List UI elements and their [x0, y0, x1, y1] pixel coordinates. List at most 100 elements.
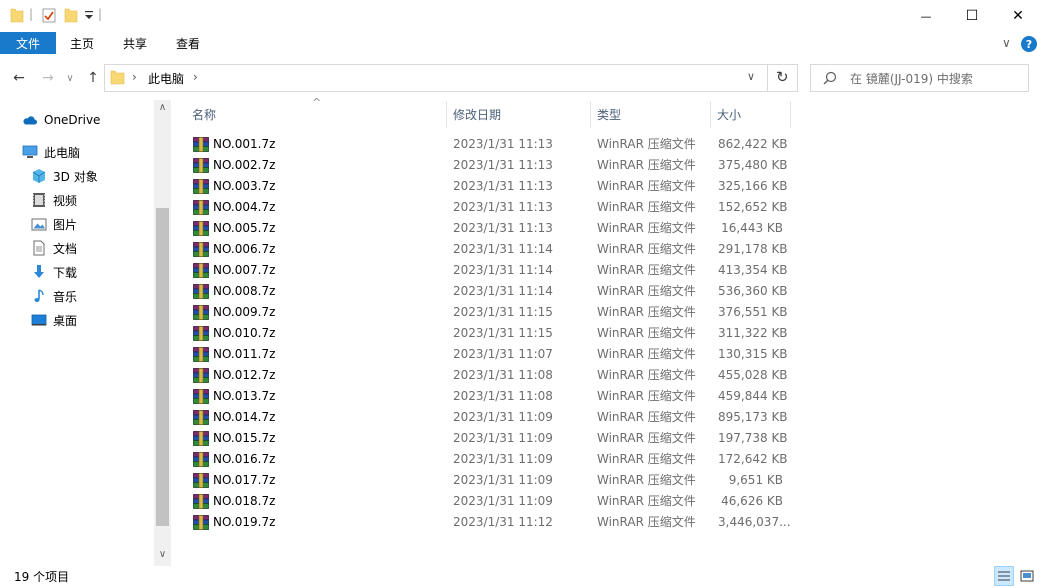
winrar-archive-icon — [193, 389, 209, 404]
breadcrumb-this-pc[interactable]: 此电脑 — [148, 70, 184, 87]
tab-share[interactable]: 共享 — [123, 32, 147, 54]
winrar-archive-icon — [193, 410, 209, 425]
details-view-button[interactable] — [994, 566, 1014, 586]
scroll-up-button[interactable]: ∧ — [157, 102, 168, 113]
customize-qat-icon[interactable] — [84, 9, 94, 24]
file-date: 2023/1/31 11:14 — [453, 284, 553, 298]
file-name: NO.007.7z — [213, 263, 276, 277]
file-name: NO.012.7z — [213, 368, 276, 382]
table-row[interactable]: NO.002.7z 2023/1/31 11:13 WinRAR 压缩文件 375,4… — [190, 155, 790, 176]
cloud-icon — [22, 112, 38, 128]
folder-icon[interactable] — [10, 7, 24, 26]
nav-scrollbar-thumb[interactable] — [156, 208, 169, 526]
tab-home[interactable]: 主页 — [70, 32, 94, 54]
nav-item-downloads[interactable]: 下载 — [31, 261, 77, 283]
table-row[interactable]: NO.017.7z 2023/1/31 11:09 WinRAR 压缩文件 9,651… — [190, 470, 790, 491]
table-row[interactable]: NO.007.7z 2023/1/31 11:14 WinRAR 压缩文件 413,3… — [190, 260, 790, 281]
qat-separator: | — [29, 7, 34, 21]
qat-separator-2: | — [98, 7, 103, 21]
file-type: WinRAR 压缩文件 — [597, 494, 696, 508]
file-type: WinRAR 压缩文件 — [597, 452, 696, 466]
file-type: WinRAR 压缩文件 — [597, 179, 696, 193]
column-divider[interactable] — [790, 101, 791, 128]
nav-item-pictures[interactable]: 图片 — [31, 213, 77, 235]
table-row[interactable]: NO.006.7z 2023/1/31 11:14 WinRAR 压缩文件 291,1… — [190, 239, 790, 260]
file-size: 325,166 KB — [718, 179, 788, 193]
file-date: 2023/1/31 11:13 — [453, 179, 553, 193]
table-row[interactable]: NO.019.7z 2023/1/31 11:12 WinRAR 压缩文件 3,446… — [190, 512, 791, 533]
maximize-button[interactable]: ☐ — [949, 0, 995, 32]
tab-view[interactable]: 查看 — [176, 32, 200, 54]
table-row[interactable]: NO.005.7z 2023/1/31 11:13 WinRAR 压缩文件 16,44… — [190, 218, 790, 239]
help-icon[interactable]: ? — [1021, 36, 1037, 52]
address-bar[interactable] — [104, 64, 798, 92]
file-type: WinRAR 压缩文件 — [597, 284, 696, 298]
minimize-button[interactable]: — — [903, 0, 949, 32]
close-button[interactable]: ✕ — [995, 0, 1041, 32]
table-row[interactable]: NO.011.7z 2023/1/31 11:07 WinRAR 压缩文件 130,3… — [190, 344, 790, 365]
winrar-archive-icon — [193, 368, 209, 383]
table-row[interactable]: NO.008.7z 2023/1/31 11:14 WinRAR 压缩文件 536,3… — [190, 281, 790, 302]
large-icons-view-button[interactable] — [1017, 566, 1037, 586]
file-type: WinRAR 压缩文件 — [597, 347, 696, 361]
file-size: 197,738 KB — [718, 431, 788, 445]
table-row[interactable]: NO.003.7z 2023/1/31 11:13 WinRAR 压缩文件 325,1… — [190, 176, 790, 197]
table-row[interactable]: NO.012.7z 2023/1/31 11:08 WinRAR 压缩文件 455,0… — [190, 365, 790, 386]
sort-ascending-icon: ^ — [312, 96, 322, 109]
file-type: WinRAR 压缩文件 — [597, 473, 696, 487]
table-row[interactable]: NO.001.7z 2023/1/31 11:13 WinRAR 压缩文件 862,4… — [190, 134, 790, 155]
column-header-size[interactable]: 大小 — [717, 101, 741, 128]
recent-locations-button[interactable]: ∨ — [62, 66, 78, 90]
table-row[interactable]: NO.016.7z 2023/1/31 11:09 WinRAR 压缩文件 172,6… — [190, 449, 790, 470]
table-row[interactable]: NO.015.7z 2023/1/31 11:09 WinRAR 压缩文件 197,7… — [190, 428, 790, 449]
new-folder-icon[interactable] — [64, 7, 78, 26]
table-row[interactable]: NO.010.7z 2023/1/31 11:15 WinRAR 压缩文件 311,3… — [190, 323, 790, 344]
table-row[interactable]: NO.004.7z 2023/1/31 11:13 WinRAR 压缩文件 152,6… — [190, 197, 790, 218]
file-type: WinRAR 压缩文件 — [597, 221, 696, 235]
column-divider[interactable] — [446, 101, 447, 128]
forward-button[interactable]: → — [37, 66, 59, 90]
column-header-type[interactable]: 类型 — [597, 101, 621, 128]
column-header-name[interactable]: 名称 — [192, 101, 216, 128]
nav-item-label: 下载 — [53, 265, 78, 280]
column-divider[interactable] — [590, 101, 591, 128]
back-button[interactable]: ← — [8, 66, 30, 90]
nav-item-this-pc[interactable]: 此电脑 — [22, 141, 80, 163]
table-row[interactable]: NO.014.7z 2023/1/31 11:09 WinRAR 压缩文件 895,1… — [190, 407, 790, 428]
tab-file[interactable]: 文件 — [0, 32, 56, 54]
file-name: NO.017.7z — [213, 473, 276, 487]
winrar-archive-icon — [193, 158, 209, 173]
file-name: NO.016.7z — [213, 452, 276, 466]
video-icon — [31, 192, 47, 208]
scroll-down-button[interactable]: ∨ — [157, 549, 168, 560]
table-row[interactable]: NO.009.7z 2023/1/31 11:15 WinRAR 压缩文件 376,5… — [190, 302, 790, 323]
file-date: 2023/1/31 11:13 — [453, 137, 553, 151]
address-dropdown-icon[interactable]: ∨ — [747, 70, 755, 83]
nav-item-label: 桌面 — [53, 313, 78, 328]
file-date: 2023/1/31 11:09 — [453, 494, 553, 508]
winrar-archive-icon — [193, 221, 209, 236]
file-name: NO.005.7z — [213, 221, 276, 235]
nav-item-music[interactable]: 音乐 — [31, 285, 77, 307]
breadcrumb-separator[interactable]: › — [132, 70, 137, 84]
expand-ribbon-icon[interactable]: ∨ — [1002, 36, 1011, 50]
file-date: 2023/1/31 11:12 — [453, 515, 553, 529]
table-row[interactable]: NO.013.7z 2023/1/31 11:08 WinRAR 压缩文件 459,8… — [190, 386, 790, 407]
file-date: 2023/1/31 11:09 — [453, 410, 553, 424]
table-row[interactable]: NO.018.7z 2023/1/31 11:09 WinRAR 压缩文件 46,62… — [190, 491, 790, 512]
nav-item-3d-objects[interactable]: 3D 对象 — [31, 165, 98, 187]
refresh-icon[interactable]: ↻ — [776, 68, 789, 86]
nav-item-label: OneDrive — [44, 113, 101, 127]
file-name: NO.013.7z — [213, 389, 276, 403]
column-header-date[interactable]: 修改日期 — [453, 101, 501, 128]
nav-item-videos[interactable]: 视频 — [31, 189, 77, 211]
nav-item-onedrive[interactable]: OneDrive — [22, 109, 100, 131]
nav-item-label: 视频 — [53, 193, 78, 208]
up-button[interactable]: ↑ — [82, 66, 104, 90]
file-type: WinRAR 压缩文件 — [597, 326, 696, 340]
nav-item-desktop[interactable]: 桌面 — [31, 309, 77, 331]
nav-item-documents[interactable]: 文档 — [31, 237, 77, 259]
properties-icon[interactable] — [42, 7, 56, 26]
breadcrumb-trail-separator[interactable]: › — [193, 70, 198, 84]
column-divider[interactable] — [710, 101, 711, 128]
